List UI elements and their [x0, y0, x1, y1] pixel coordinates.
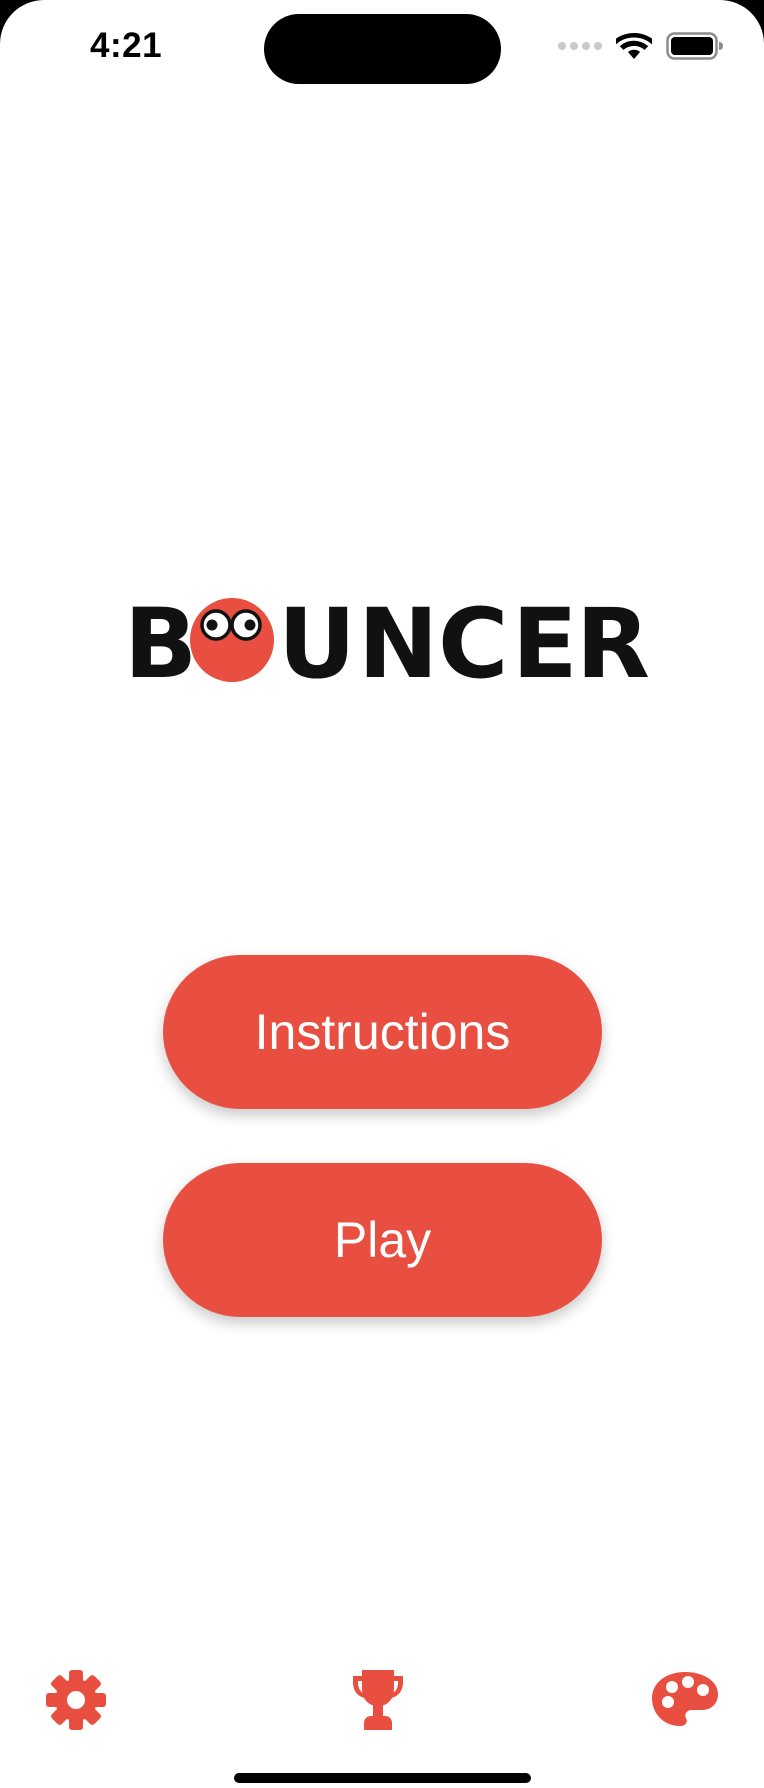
instructions-button[interactable]: Instructions	[163, 955, 602, 1109]
signal-dots-icon	[558, 42, 602, 50]
gear-icon[interactable]	[46, 1670, 106, 1730]
ball-mascot-icon	[190, 598, 274, 682]
status-time: 4:21	[90, 26, 163, 65]
logo-letter-b: B	[124, 590, 197, 690]
play-button[interactable]: Play	[163, 1163, 602, 1317]
dynamic-island	[264, 14, 501, 84]
logo-letter-u: U	[278, 590, 356, 690]
app-screen: 4:21 B U N C E R Instructions Play	[0, 0, 764, 1788]
home-indicator	[234, 1773, 531, 1783]
battery-icon	[666, 32, 723, 60]
wifi-icon	[616, 33, 652, 59]
trophy-icon[interactable]	[350, 1668, 406, 1732]
logo-letter-n: N	[358, 590, 438, 690]
logo-letter-c: C	[438, 590, 508, 690]
game-logo: B U N C E R	[0, 590, 764, 690]
logo-letter-e: E	[512, 590, 578, 690]
status-icons	[558, 32, 724, 60]
palette-icon[interactable]	[650, 1670, 720, 1728]
logo-letter-r: R	[576, 590, 650, 690]
